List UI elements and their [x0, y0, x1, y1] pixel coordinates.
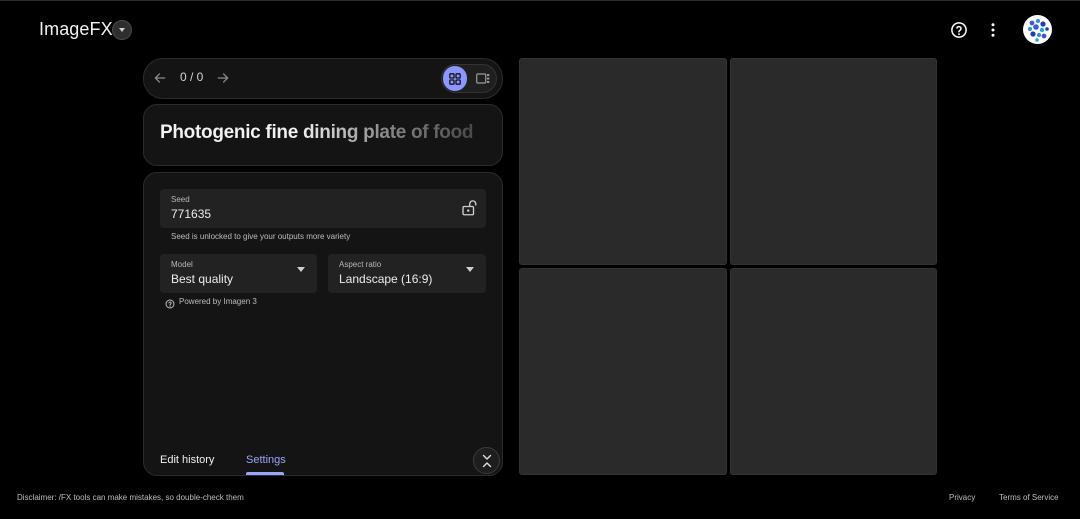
powered-by-text: Powered by Imagen 3: [179, 297, 257, 306]
aspect-ratio-value: Landscape (16:9): [339, 272, 433, 286]
more-options-icon[interactable]: [982, 19, 1004, 41]
active-tab-indicator: [246, 472, 284, 475]
app-switcher-chevron-icon[interactable]: [112, 20, 132, 40]
image-placeholder[interactable]: [730, 268, 937, 475]
seed-value[interactable]: 771635: [171, 207, 211, 221]
collapse-expand-icon[interactable]: [473, 447, 500, 474]
help-icon[interactable]: [948, 19, 970, 41]
avatar[interactable]: [1023, 15, 1052, 44]
help-small-icon[interactable]: [165, 296, 175, 309]
prompt-text[interactable]: Photogenic fine dining plate of food: [160, 122, 490, 144]
single-view-icon[interactable]: [472, 67, 494, 89]
seed-label: Seed: [171, 195, 190, 204]
seed-hint: Seed is unlocked to give your outputs mo…: [171, 232, 351, 241]
tab-edit-history[interactable]: Edit history: [160, 454, 214, 466]
disclaimer-text: Disclaimer: /FX tools can make mistakes,…: [17, 493, 244, 502]
unlock-icon[interactable]: [460, 199, 478, 217]
aspect-ratio-dropdown-icon[interactable]: [466, 267, 474, 272]
terms-link[interactable]: Terms of Service: [999, 493, 1059, 502]
image-placeholder[interactable]: [519, 268, 727, 475]
privacy-link[interactable]: Privacy: [949, 493, 975, 502]
tab-settings[interactable]: Settings: [246, 454, 286, 466]
grid-view-icon[interactable]: [443, 66, 467, 91]
model-label: Model: [171, 260, 193, 269]
image-placeholder[interactable]: [730, 58, 937, 265]
next-arrow-icon[interactable]: [214, 69, 232, 87]
aspect-ratio-label: Aspect ratio: [339, 260, 382, 269]
app-title: ImageFX: [39, 19, 113, 39]
model-value: Best quality: [171, 272, 234, 286]
previous-arrow-icon[interactable]: [151, 69, 169, 87]
image-counter: 0 / 0: [180, 70, 204, 84]
image-placeholder[interactable]: [519, 58, 727, 265]
model-dropdown-icon[interactable]: [297, 267, 305, 272]
